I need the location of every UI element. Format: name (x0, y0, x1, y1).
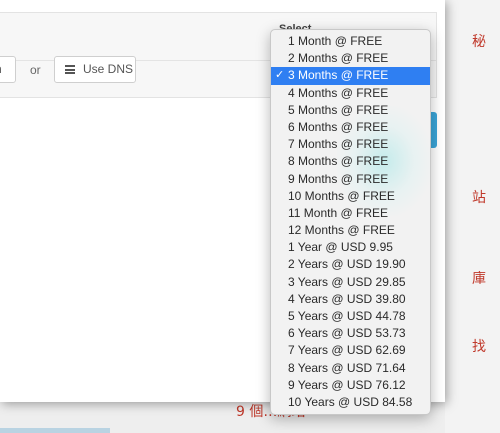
dropdown-option[interactable]: 3 Years @ USD 29.85 (271, 274, 430, 291)
side-label-2[interactable]: 站 (472, 187, 486, 207)
dropdown-option[interactable]: 1 Year @ USD 9.95 (271, 239, 430, 256)
dropdown-option-label: 9 Years @ USD 76.12 (288, 377, 406, 392)
dropdown-option-label: 2 Months @ FREE (288, 51, 389, 66)
dropdown-option-label: 1 Month @ FREE (288, 34, 383, 48)
dropdown-option-label: 6 Months @ FREE (288, 119, 389, 134)
dropdown-option-label: 8 Months @ FREE (288, 154, 389, 169)
dropdown-option-label: 4 Months @ FREE (288, 85, 389, 100)
dropdown-option[interactable]: 5 Years @ USD 44.78 (271, 308, 430, 325)
dropdown-option-label: 9 Months @ FREE (288, 171, 389, 186)
plan-dropdown-menu[interactable]: 1 Month @ FREE 2 Months @ FREE ✓ 3 Months @… (270, 29, 431, 415)
dropdown-option[interactable]: 10 Years @ USD 84.58 (271, 394, 430, 411)
or-separator: or (30, 63, 41, 77)
dropdown-options: 1 Month @ FREE 2 Months @ FREE ✓ 3 Months @… (271, 33, 430, 411)
dropdown-option-label: 3 Months @ FREE (288, 68, 389, 83)
dropdown-option[interactable]: 4 Months @ FREE (271, 85, 430, 102)
dropdown-option-label: 1 Year @ USD 9.95 (288, 240, 393, 255)
dropdown-option[interactable]: 8 Months @ FREE (271, 153, 430, 170)
use-dns-label: Use DNS (83, 62, 134, 76)
dropdown-option-label: 10 Months @ FREE (288, 188, 395, 203)
checkmark-icon: ✓ (275, 69, 285, 82)
dropdown-option[interactable]: 4 Years @ USD 39.80 (271, 291, 430, 308)
dropdown-option-label: 10 Years @ USD 84.58 (288, 394, 413, 409)
dropdown-option[interactable]: 7 Years @ USD 62.69 (271, 342, 430, 359)
dropdown-option[interactable]: 9 Years @ USD 76.12 (271, 377, 430, 394)
dropdown-option[interactable]: 1 Month @ FREE (271, 33, 430, 50)
dropdown-option[interactable]: 11 Month @ FREE (271, 205, 430, 222)
side-label-3[interactable]: 庫 (472, 268, 486, 288)
dropdown-option-label: 11 Month @ FREE (288, 205, 388, 220)
dropdown-option-label: 5 Years @ USD 44.78 (288, 309, 406, 323)
dropdown-option[interactable]: 8 Years @ USD 71.64 (271, 360, 430, 377)
primary-button-edge[interactable] (431, 112, 437, 148)
dropdown-option-label: 5 Months @ FREE (288, 102, 389, 117)
footer-bar (0, 428, 110, 433)
list-icon (65, 65, 75, 74)
side-label-4[interactable]: 找 (472, 336, 486, 356)
background-right-column (445, 0, 500, 433)
dropdown-option-label: 3 Years @ USD 29.85 (288, 274, 406, 289)
use-dns-button[interactable]: Use DNS (54, 56, 136, 83)
dropdown-option[interactable]: 2 Years @ USD 19.90 (271, 256, 430, 273)
dropdown-option-label: 6 Years @ USD 53.73 (288, 326, 406, 341)
dropdown-option[interactable]: 9 Months @ FREE (271, 171, 430, 188)
dropdown-option[interactable]: 10 Months @ FREE (271, 188, 430, 205)
left-button[interactable]: n (0, 56, 16, 83)
dropdown-option[interactable]: 5 Months @ FREE (271, 102, 430, 119)
side-label-1[interactable]: 秘 (472, 31, 486, 51)
dropdown-option-label: 4 Years @ USD 39.80 (288, 291, 406, 306)
dropdown-option[interactable]: ✓ 3 Months @ FREE (271, 67, 430, 85)
dropdown-option[interactable]: 12 Months @ FREE (271, 222, 430, 239)
dropdown-option[interactable]: 6 Months @ FREE (271, 119, 430, 136)
dropdown-option[interactable]: 6 Years @ USD 53.73 (271, 325, 430, 342)
dropdown-option-label: 7 Months @ FREE (288, 137, 389, 152)
dropdown-option[interactable]: 2 Months @ FREE (271, 50, 430, 67)
dropdown-option[interactable]: 7 Months @ FREE (271, 136, 430, 153)
dropdown-option-label: 7 Years @ USD 62.69 (288, 343, 406, 358)
dropdown-option-label: 2 Years @ USD 19.90 (288, 257, 406, 272)
dropdown-option-label: 12 Months @ FREE (288, 223, 395, 238)
dropdown-option-label: 8 Years @ USD 71.64 (288, 360, 406, 375)
